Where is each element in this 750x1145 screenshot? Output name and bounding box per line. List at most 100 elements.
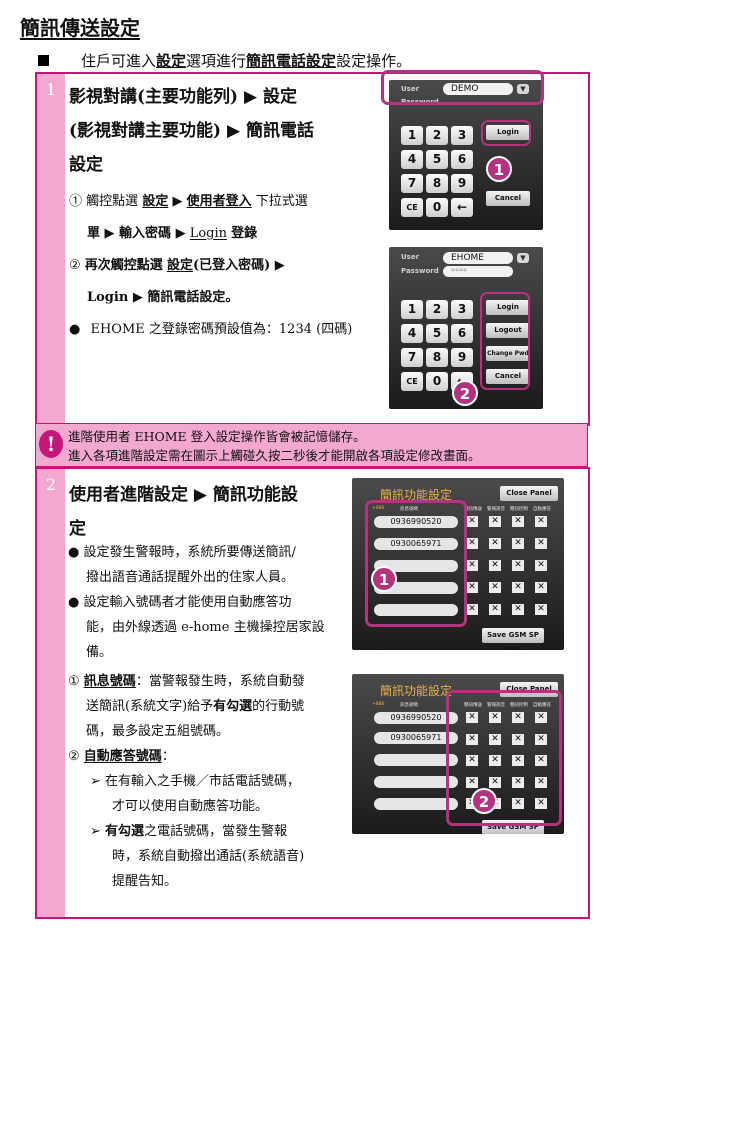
round-bullet-icon: ●: [69, 322, 81, 337]
sub-item-2: ➢ 有勾選之電話號碼，當發生警報: [68, 819, 343, 844]
key-7[interactable]: 7: [401, 174, 423, 193]
bullet-text: EHOME 之登錄密碼預設值為：1234 (四碼): [90, 322, 353, 337]
key-8[interactable]: 8: [426, 348, 448, 367]
step-badge-2: 2: [471, 788, 497, 814]
item-2: ② 自動應答號碼：: [68, 744, 343, 769]
key-5[interactable]: 5: [426, 150, 448, 169]
sub-text: 在有輸入之手機／市話電話號碼，: [105, 774, 301, 789]
page-title: 簡訊傳送設定: [20, 16, 140, 40]
highlight-user-dropdown: [381, 70, 544, 105]
checkbox[interactable]: ✕: [535, 560, 547, 571]
checkbox[interactable]: ✕: [466, 538, 478, 549]
step-1: ① 觸控點選 設定 ▶ 使用者登入 下拉式選: [69, 186, 369, 218]
key-0[interactable]: 0: [426, 372, 448, 391]
intro-text: 住戶可進入: [81, 52, 157, 70]
close-panel-button[interactable]: Close Panel: [500, 486, 558, 501]
checkbox[interactable]: ✕: [535, 516, 547, 527]
key-1[interactable]: 1: [401, 300, 423, 319]
item-text: ：: [161, 749, 175, 764]
save-button[interactable]: Save GSM SP 75%: [482, 628, 544, 650]
checkbox[interactable]: ✕: [535, 604, 547, 615]
checkbox[interactable]: ✕: [466, 560, 478, 571]
checkbox[interactable]: ✕: [466, 582, 478, 593]
checkbox[interactable]: ✕: [466, 516, 478, 527]
bullet-2: ● 設定輸入號碼者才能使用自動應答功: [68, 590, 343, 615]
sub-emphasis: 有勾選: [105, 824, 145, 839]
key-7[interactable]: 7: [401, 348, 423, 367]
key-3[interactable]: 3: [451, 126, 473, 145]
bullet-text: 設定輸入號碼者才能使用自動應答功: [83, 595, 292, 610]
checkbox[interactable]: ✕: [489, 582, 501, 593]
key-2[interactable]: 2: [426, 126, 448, 145]
key-0[interactable]: 0: [426, 198, 448, 217]
key-9[interactable]: 9: [451, 348, 473, 367]
checkbox[interactable]: ✕: [489, 560, 501, 571]
user-dropdown[interactable]: EHOME: [443, 252, 513, 264]
step-badge-1: 1: [486, 156, 512, 182]
keypad: 1 2 3 4 5 6 7 8 9 CE 0 ←: [401, 300, 473, 391]
key-9[interactable]: 9: [451, 174, 473, 193]
item-1: ① 訊息號碼：當警報發生時，系統自動發: [68, 669, 343, 694]
key-clear[interactable]: CE: [401, 372, 423, 391]
section-2-strip: [37, 469, 65, 917]
item-emphasis: 有勾選: [213, 699, 253, 714]
column-header: 自動應答: [533, 507, 551, 512]
sub-text: 提醒告知。: [112, 874, 178, 889]
checkbox[interactable]: ✕: [489, 538, 501, 549]
heading-line: 使用者進階設定 ▶ 簡訊功能設: [69, 485, 298, 505]
step-text: (已登入密碼) ▶: [192, 258, 285, 273]
item-text: 送簡訊(系統文字)給予: [86, 699, 214, 714]
step-keyword: 使用者登入: [186, 194, 252, 209]
sub-text: 時，系統自動撥出通話(系統語音): [112, 849, 305, 864]
checkbox[interactable]: ✕: [512, 538, 524, 549]
section-2-heading: 使用者進階設定 ▶ 簡訊功能設 定: [69, 478, 298, 546]
key-2[interactable]: 2: [426, 300, 448, 319]
bullet-text: 備。: [86, 645, 113, 660]
section-2-body: ● 設定發生警報時，系統所要傳送簡訊/ 撥出語音通話提醒外出的住家人員。 ● 設…: [68, 540, 343, 894]
step-text: 登錄: [231, 226, 258, 241]
key-4[interactable]: 4: [401, 324, 423, 343]
heading-line: (影視對講主要功能) ▶ 簡訊電話: [69, 121, 314, 141]
key-4[interactable]: 4: [401, 150, 423, 169]
round-bullet-icon: ●: [68, 545, 80, 560]
intro-text: 選項進行: [186, 52, 247, 70]
highlight-checkbox-grid: [446, 690, 562, 826]
cancel-button[interactable]: Cancel: [486, 191, 530, 206]
item-text: ：當警報發生時，系統自動發: [135, 674, 305, 689]
step-2: ② 再次觸控點選 設定(已登入密碼) ▶: [69, 250, 369, 282]
step-bullet: ● EHOME 之登錄密碼預設值為：1234 (四碼): [69, 314, 369, 346]
intro-keyword-settings: 設定: [156, 52, 187, 70]
checkbox[interactable]: ✕: [489, 516, 501, 527]
password-field[interactable]: ****: [443, 266, 513, 277]
key-backspace[interactable]: ←: [451, 198, 473, 217]
highlight-number-fields: [365, 500, 467, 627]
checkbox[interactable]: ✕: [535, 582, 547, 593]
password-label: Password: [401, 267, 439, 275]
step-marker: ②: [69, 258, 81, 273]
key-3[interactable]: 3: [451, 300, 473, 319]
checkbox[interactable]: ✕: [512, 582, 524, 593]
number-column-header: 訊息號碼: [400, 703, 418, 708]
key-6[interactable]: 6: [451, 150, 473, 169]
checkbox[interactable]: ✕: [512, 516, 524, 527]
section-2-number: 2: [45, 475, 57, 494]
highlight-login-buttons: [480, 292, 530, 390]
key-8[interactable]: 8: [426, 174, 448, 193]
checkbox[interactable]: ✕: [512, 604, 524, 615]
checkbox[interactable]: ✕: [489, 604, 501, 615]
dropdown-arrow-icon[interactable]: ▼: [517, 253, 529, 263]
checkbox[interactable]: ✕: [466, 604, 478, 615]
key-clear[interactable]: CE: [401, 198, 423, 217]
bullet-text: 能，由外線透過 e-home 主機操控居家設: [86, 620, 325, 635]
key-1[interactable]: 1: [401, 126, 423, 145]
key-5[interactable]: 5: [426, 324, 448, 343]
bullet-1: ● 設定發生警報時，系統所要傳送簡訊/: [68, 540, 343, 565]
step-keyword: 設定: [142, 194, 169, 209]
prefix-label: +886: [372, 702, 385, 707]
key-6[interactable]: 6: [451, 324, 473, 343]
checkbox[interactable]: ✕: [535, 538, 547, 549]
checkbox[interactable]: ✕: [512, 560, 524, 571]
section-1-strip: [37, 74, 65, 424]
bullet-text: 設定發生警報時，系統所要傳送簡訊/: [83, 545, 296, 560]
sub-item-1: ➢ 在有輸入之手機／市話電話號碼，: [68, 769, 343, 794]
